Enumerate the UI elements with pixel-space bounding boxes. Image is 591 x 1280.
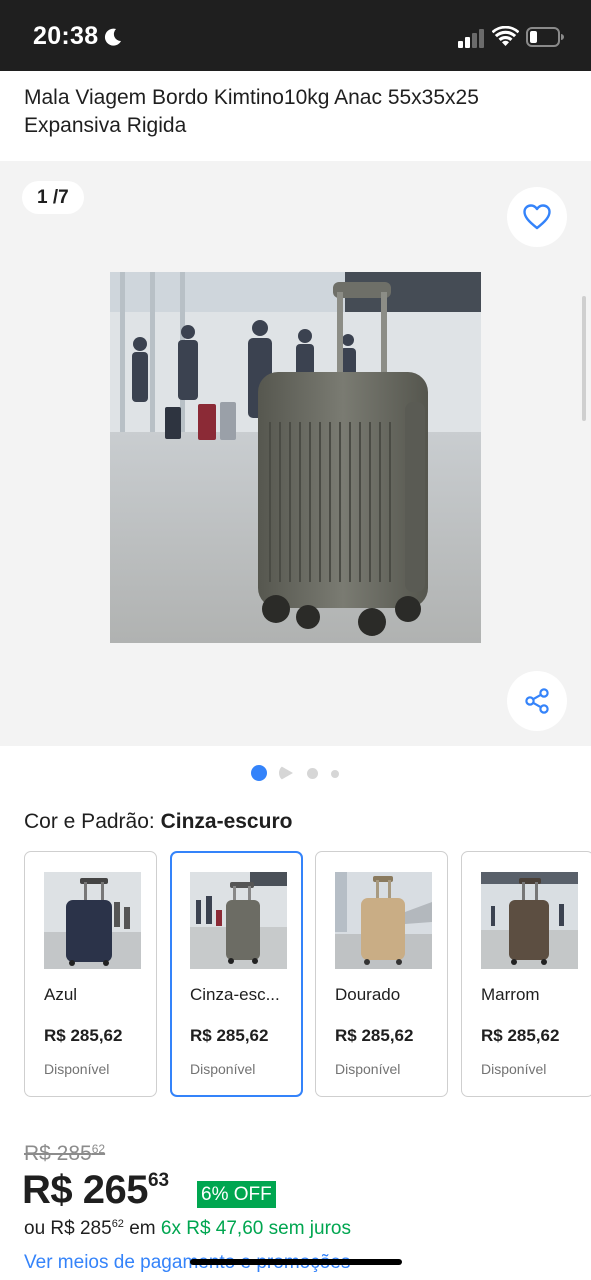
product-title: Mala Viagem Bordo Kimtino10kg Anac 55x35… xyxy=(24,86,479,137)
home-indicator[interactable] xyxy=(190,1259,402,1265)
variant-status: Disponível xyxy=(44,1061,110,1077)
status-time: 20:38 xyxy=(33,22,99,50)
installments-highlight: 6x R$ 47,60 sem juros xyxy=(160,1218,351,1239)
original-price: R$ 28562 xyxy=(24,1142,105,1166)
variant-price: R$ 285,62 xyxy=(44,1026,123,1045)
installments-info: ou R$ 28562 em 6x R$ 47,60 sem juros xyxy=(24,1218,351,1240)
current-price-cents: 63 xyxy=(147,1170,170,1191)
variant-name: Azul xyxy=(44,985,78,1004)
variant-price: R$ 285,62 xyxy=(190,1026,269,1045)
original-price-value: R$ 285 xyxy=(24,1142,92,1165)
current-price: R$ 26563 xyxy=(22,1168,169,1213)
pagination-dot[interactable] xyxy=(307,768,318,779)
product-main-image[interactable] xyxy=(110,272,481,643)
variant-thumbnail xyxy=(481,872,578,969)
variant-status: Disponível xyxy=(335,1061,401,1077)
current-price-value: R$ 265 xyxy=(22,1168,148,1212)
image-gallery[interactable]: 1 /7 xyxy=(0,161,591,746)
installments-cents: 62 xyxy=(111,1218,124,1230)
variant-card-marrom[interactable]: Marrom R$ 285,62 Disponível xyxy=(461,851,591,1097)
discount-badge: 6% OFF xyxy=(197,1181,276,1208)
status-bar: 20:38 xyxy=(0,0,591,71)
variant-name: Cinza-esc... xyxy=(190,985,280,1004)
color-label-prefix: Cor e Padrão: xyxy=(24,810,161,833)
favorite-button[interactable] xyxy=(507,187,567,247)
variant-name: Dourado xyxy=(335,985,401,1004)
installments-mid: em xyxy=(123,1218,161,1239)
signal-icon xyxy=(458,29,484,48)
variant-price: R$ 285,62 xyxy=(481,1026,560,1045)
variant-price: R$ 285,62 xyxy=(335,1026,414,1045)
variant-status: Disponível xyxy=(481,1061,547,1077)
pagination-dot[interactable] xyxy=(331,770,339,778)
video-play-icon[interactable] xyxy=(279,765,293,781)
moon-icon xyxy=(104,28,121,46)
color-selector-label: Cor e Padrão: Cinza-escuro xyxy=(24,810,292,834)
variant-card-dourado[interactable]: Dourado R$ 285,62 Disponível xyxy=(315,851,448,1097)
variant-card-cinza-escuro[interactable]: Cinza-esc... R$ 285,62 Disponível xyxy=(170,851,303,1097)
variant-thumbnail xyxy=(44,872,141,969)
battery-icon xyxy=(526,27,564,47)
variant-thumbnail xyxy=(335,872,432,969)
image-counter: 1 /7 xyxy=(22,181,84,214)
gallery-pagination[interactable] xyxy=(251,764,351,782)
share-button[interactable] xyxy=(507,671,567,731)
original-price-cents: 62 xyxy=(91,1142,106,1156)
selected-color-name: Cinza-escuro xyxy=(160,810,293,833)
page-scrollbar[interactable] xyxy=(582,296,586,421)
variant-thumbnail xyxy=(190,872,287,969)
heart-icon xyxy=(523,204,551,230)
share-icon xyxy=(525,688,549,714)
installments-prefix: ou R$ 285 xyxy=(24,1218,112,1239)
pagination-dot-active[interactable] xyxy=(251,765,267,781)
variant-name: Marrom xyxy=(481,985,540,1004)
variant-status: Disponível xyxy=(190,1061,256,1077)
wifi-icon xyxy=(492,26,519,46)
variant-card-azul[interactable]: Azul R$ 285,62 Disponível xyxy=(24,851,157,1097)
